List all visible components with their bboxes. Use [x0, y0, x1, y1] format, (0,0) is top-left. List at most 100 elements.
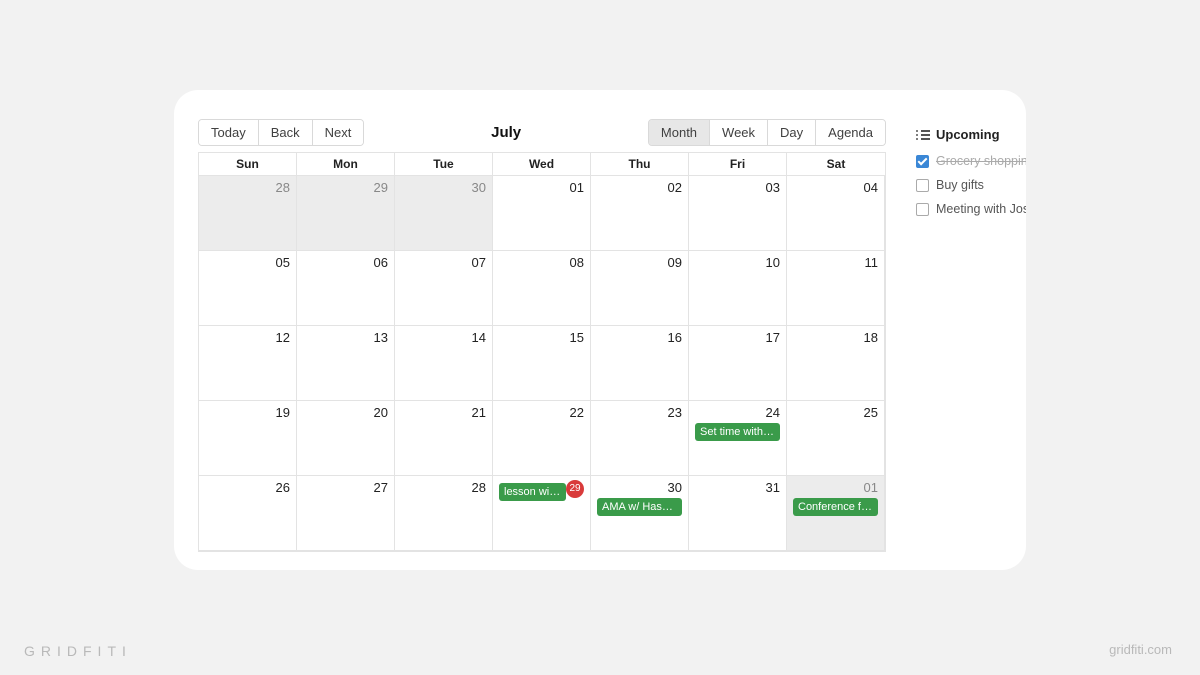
day-cell[interactable]: 23 — [591, 401, 689, 476]
task-item[interactable]: Grocery shoppin — [916, 154, 1026, 168]
day-cell[interactable]: 08 — [493, 251, 591, 326]
day-cell[interactable]: 18 — [787, 326, 885, 401]
day-number: 29 — [303, 180, 388, 195]
calendar-event[interactable]: Set time with Li... — [695, 423, 780, 441]
weekday-fri: Fri — [689, 153, 787, 175]
weekday-wed: Wed — [493, 153, 591, 175]
weekday-mon: Mon — [297, 153, 395, 175]
day-number: 30 — [401, 180, 486, 195]
calendar: Today Back Next July Month Week Day Agen… — [198, 119, 886, 570]
calendar-grid: 28 29 30 01 02 03 04 05 06 07 08 09 10 1… — [198, 175, 886, 552]
day-cell[interactable]: 20 — [297, 401, 395, 476]
day-cell[interactable]: 31 — [689, 476, 787, 551]
day-cell[interactable]: 05 — [199, 251, 297, 326]
day-cell[interactable]: 29 — [297, 176, 395, 251]
view-month-button[interactable]: Month — [649, 120, 710, 145]
list-icon — [916, 129, 930, 141]
month-title: July — [364, 124, 648, 141]
day-number: 09 — [597, 255, 682, 270]
day-cell[interactable]: 13 — [297, 326, 395, 401]
day-cell[interactable]: 01 Conference for ... — [787, 476, 885, 551]
weekday-header: Sun Mon Tue Wed Thu Fri Sat — [198, 152, 886, 175]
day-cell[interactable]: 07 — [395, 251, 493, 326]
calendar-event[interactable]: AMA w/ Hasque... — [597, 498, 682, 516]
day-cell[interactable]: 30 — [395, 176, 493, 251]
task-item[interactable]: Meeting with Jos — [916, 202, 1026, 216]
calendar-event[interactable]: Conference for ... — [793, 498, 878, 516]
day-number: 30 — [597, 480, 682, 495]
day-number: 02 — [597, 180, 682, 195]
day-number: 28 — [401, 480, 486, 495]
day-cell[interactable]: 10 — [689, 251, 787, 326]
day-cell[interactable]: 17 — [689, 326, 787, 401]
weekday-tue: Tue — [395, 153, 493, 175]
day-cell[interactable]: 24 Set time with Li... — [689, 401, 787, 476]
day-number: 25 — [793, 405, 878, 420]
nav-button-group: Today Back Next — [198, 119, 364, 146]
day-number: 21 — [401, 405, 486, 420]
day-number: 19 — [205, 405, 290, 420]
day-cell[interactable]: 11 — [787, 251, 885, 326]
day-number: 23 — [597, 405, 682, 420]
weekday-sun: Sun — [199, 153, 297, 175]
day-cell[interactable]: 03 — [689, 176, 787, 251]
day-cell[interactable]: 27 — [297, 476, 395, 551]
day-number: 24 — [695, 405, 780, 420]
view-button-group: Month Week Day Agenda — [648, 119, 886, 146]
day-cell[interactable]: 04 — [787, 176, 885, 251]
day-cell[interactable]: 22 — [493, 401, 591, 476]
day-number: 16 — [597, 330, 682, 345]
task-label: Meeting with Jos — [936, 202, 1026, 216]
upcoming-header: Upcoming — [916, 127, 1026, 142]
day-number: 20 — [303, 405, 388, 420]
today-button[interactable]: Today — [199, 120, 259, 145]
task-label: Buy gifts — [936, 178, 984, 192]
day-cell[interactable]: 01 — [493, 176, 591, 251]
calendar-event[interactable]: lesson with Prof... — [499, 483, 566, 501]
day-cell[interactable]: 09 — [591, 251, 689, 326]
day-number: 03 — [695, 180, 780, 195]
day-number: 18 — [793, 330, 878, 345]
day-cell[interactable]: 12 — [199, 326, 297, 401]
day-cell[interactable]: 26 — [199, 476, 297, 551]
day-number: 06 — [303, 255, 388, 270]
day-cell[interactable]: 28 — [199, 176, 297, 251]
day-cell[interactable]: 21 — [395, 401, 493, 476]
day-number: 17 — [695, 330, 780, 345]
day-number: 04 — [793, 180, 878, 195]
day-cell[interactable]: 30 AMA w/ Hasque... — [591, 476, 689, 551]
day-number: 27 — [303, 480, 388, 495]
today-badge: 29 — [566, 480, 584, 498]
weekday-sat: Sat — [787, 153, 885, 175]
day-cell[interactable]: 19 — [199, 401, 297, 476]
day-number: 01 — [793, 480, 878, 495]
day-cell[interactable]: 06 — [297, 251, 395, 326]
checkbox-icon[interactable] — [916, 155, 929, 168]
upcoming-title: Upcoming — [936, 127, 1000, 142]
day-cell[interactable]: 16 — [591, 326, 689, 401]
view-day-button[interactable]: Day — [768, 120, 816, 145]
day-cell[interactable]: 02 — [591, 176, 689, 251]
app-card: Today Back Next July Month Week Day Agen… — [174, 90, 1026, 570]
task-label: Grocery shoppin — [936, 154, 1026, 168]
day-number: 14 — [401, 330, 486, 345]
brand-logo-text: GRIDFITI — [24, 643, 132, 659]
day-number: 01 — [499, 180, 584, 195]
day-cell[interactable]: 28 — [395, 476, 493, 551]
day-cell[interactable]: 14 — [395, 326, 493, 401]
day-cell[interactable]: 25 — [787, 401, 885, 476]
task-item[interactable]: Buy gifts — [916, 178, 1026, 192]
day-number: 28 — [205, 180, 290, 195]
checkbox-icon[interactable] — [916, 179, 929, 192]
back-button[interactable]: Back — [259, 120, 313, 145]
view-week-button[interactable]: Week — [710, 120, 768, 145]
brand-url: gridfiti.com — [1109, 642, 1172, 657]
day-cell[interactable]: 29 lesson with Prof... — [493, 476, 591, 551]
next-button[interactable]: Next — [313, 120, 364, 145]
day-number: 31 — [695, 480, 780, 495]
day-cell[interactable]: 15 — [493, 326, 591, 401]
view-agenda-button[interactable]: Agenda — [816, 120, 885, 145]
checkbox-icon[interactable] — [916, 203, 929, 216]
day-number: 26 — [205, 480, 290, 495]
day-number: 22 — [499, 405, 584, 420]
